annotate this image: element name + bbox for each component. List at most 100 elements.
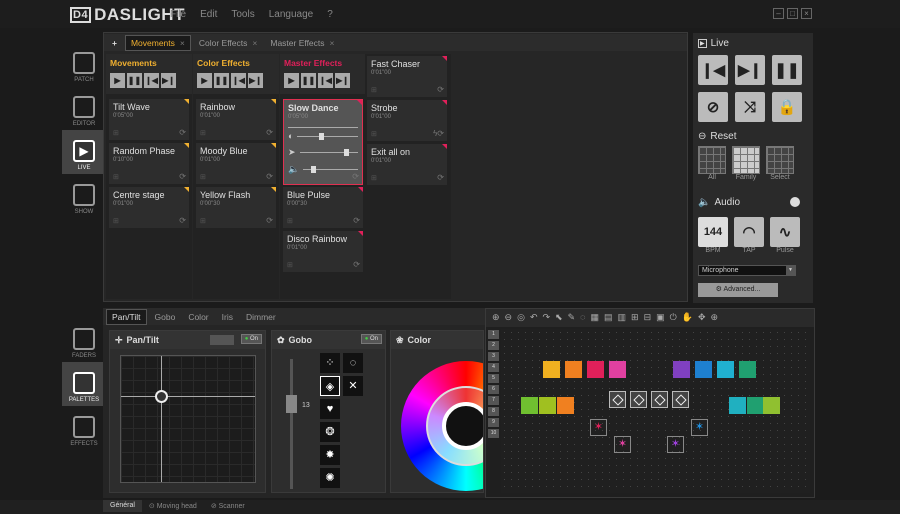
fixture-scanner[interactable]: ✶ [614, 436, 631, 453]
gobo-spiral-icon[interactable]: ❂ [320, 422, 340, 442]
zoom-fit-icon[interactable]: ◎ [517, 312, 525, 324]
tab-dimmer[interactable]: Dimmer [241, 310, 281, 324]
hand-icon[interactable]: ✋ [682, 312, 693, 324]
tab-color[interactable]: Color [183, 310, 213, 324]
previous-button[interactable]: ❙◀ [698, 55, 728, 85]
fan-mode-button[interactable] [210, 335, 234, 345]
scene-button[interactable]: Disco Rainbow 0'01"00 ⊞ ⟳ [283, 231, 363, 272]
scene-button[interactable]: Random Phase 0'10"00 ⊞ ⟳ [109, 143, 189, 184]
pan-icon[interactable]: ✥ [698, 312, 706, 324]
gobo-ring-icon[interactable]: ◌ [343, 353, 363, 373]
nav-patch[interactable]: PATCH [62, 42, 106, 86]
nav-live[interactable]: ▶ LIVE [62, 130, 106, 174]
nav-effects[interactable]: EFFECTS [62, 406, 106, 450]
gobo-dots-icon[interactable]: ⁘ [320, 353, 340, 373]
gobo-target-icon[interactable]: ◈ [320, 376, 340, 396]
nav-faders[interactable]: FADERS [62, 318, 106, 362]
fixture-moving-head[interactable] [651, 391, 668, 408]
tab-color-effects[interactable]: Color Effects × [194, 36, 262, 50]
add-tab-button[interactable]: + [107, 36, 122, 50]
scene-button[interactable]: Strobe 0'01"00 ⊞ ϟ⟳ [367, 100, 447, 141]
pan-tilt-cursor[interactable] [155, 390, 168, 403]
pause-button[interactable]: ❚❚ [301, 73, 316, 88]
power-icon[interactable]: ⏻ [670, 312, 677, 324]
pointer-icon[interactable]: ⬉ [555, 312, 563, 324]
previous-button[interactable]: ❙◀ [231, 73, 246, 88]
menu-help[interactable]: ? [327, 9, 333, 20]
play-button[interactable]: ▶ [284, 73, 299, 88]
audio-toggle[interactable] [790, 197, 800, 207]
fixture-scanner[interactable]: ✶ [691, 419, 708, 436]
pen-icon[interactable]: ✎ [568, 312, 576, 324]
gobo-star-icon[interactable]: ✸ [320, 445, 340, 465]
tab-moving-head[interactable]: ⊙ Moving head [142, 500, 204, 512]
pause-button[interactable]: ❚❚ [214, 73, 229, 88]
speed-slider[interactable]: ➤ [288, 147, 358, 158]
scene-button-selected[interactable]: Slow Dance 0'05"00 ◐ ➤ 🔈 ⟳ [283, 99, 363, 185]
reset-family-button[interactable]: Family [732, 146, 760, 181]
nav-editor[interactable]: EDITOR [62, 86, 106, 130]
tab-iris[interactable]: Iris [217, 310, 238, 324]
lock-button[interactable]: 🔒 [772, 92, 802, 122]
fixture-par[interactable] [557, 397, 574, 414]
next-button[interactable]: ▶❙ [161, 73, 176, 88]
group-icon[interactable]: ⊞ [631, 312, 639, 324]
size-slider[interactable]: ◐ [288, 131, 358, 141]
next-button[interactable]: ▶❙ [248, 73, 263, 88]
ungroup-icon[interactable]: ⊟ [644, 312, 652, 324]
fixture-par[interactable] [609, 361, 626, 378]
audio-input-select[interactable]: Microphone ▼ [698, 265, 796, 276]
undo-icon[interactable]: ↶ [530, 312, 538, 324]
crosshair-icon[interactable]: ⊕ [711, 312, 719, 324]
scene-button[interactable]: Yellow Flash 0'00"30 ⊞ ⟳ [196, 187, 276, 228]
shuffle-button[interactable]: ⤨ [735, 92, 765, 122]
layout-icon[interactable]: ▣ [656, 312, 665, 324]
previous-button[interactable]: ❙◀ [144, 73, 159, 88]
fixture-par[interactable] [587, 361, 604, 378]
scene-button[interactable]: Tilt Wave 0'05"00 ⊞ ⟳ [109, 99, 189, 140]
fixture-par[interactable] [695, 361, 712, 378]
lasso-icon[interactable]: ◌ [580, 312, 585, 324]
gobo-flower-icon[interactable]: ✺ [320, 468, 340, 488]
pause-button[interactable]: ❚❚ [772, 55, 802, 85]
fixture-par[interactable] [521, 397, 538, 414]
fixture-par[interactable] [763, 397, 780, 414]
scene-button[interactable]: Centre stage 0'01"00 ⊞ ⟳ [109, 187, 189, 228]
next-button[interactable]: ▶❙ [335, 73, 350, 88]
tab-pan-tilt[interactable]: Pan/Tilt [106, 308, 147, 325]
fixture-moving-head[interactable] [672, 391, 689, 408]
blackout-button[interactable]: ⊘ [698, 92, 728, 122]
gobo-on-button[interactable]: ● On [360, 334, 382, 344]
volume-slider[interactable]: 🔈 [288, 164, 358, 175]
color-wheel[interactable] [401, 361, 483, 491]
gobo-heart-icon[interactable]: ♥ [320, 399, 340, 419]
fixture-par[interactable] [729, 397, 746, 414]
scene-button[interactable]: Rainbow 0'01"00 ⊞ ⟳ [196, 99, 276, 140]
gobo-slider-handle[interactable] [286, 395, 297, 413]
nav-palettes[interactable]: PALETTES [62, 362, 106, 406]
minimize-icon[interactable]: – [773, 8, 784, 19]
tab-scanner[interactable]: ⊘ Scanner [204, 500, 252, 512]
zoom-in-icon[interactable]: ⊕ [492, 312, 500, 324]
fixture-par[interactable] [565, 361, 582, 378]
menu-tools[interactable]: Tools [231, 9, 254, 20]
zoom-out-icon[interactable]: ⊖ [505, 312, 513, 324]
fixture-scanner[interactable]: ✶ [667, 436, 684, 453]
fixture-par[interactable] [739, 361, 756, 378]
gobo-slider-track[interactable] [290, 359, 293, 489]
maximize-icon[interactable]: □ [787, 8, 798, 19]
grid-icon[interactable]: ▦ [591, 312, 600, 324]
menu-file[interactable]: File [170, 9, 186, 20]
fixture-par[interactable] [747, 397, 764, 414]
tab-master-effects[interactable]: Master Effects × [265, 36, 339, 50]
scene-button[interactable]: Blue Pulse 0'00"30 ⊞ ⟳ [283, 187, 363, 228]
fixture-par[interactable] [717, 361, 734, 378]
fixture-moving-head[interactable] [609, 391, 626, 408]
fixture-par[interactable] [539, 397, 556, 414]
pause-button[interactable]: ❚❚ [127, 73, 142, 88]
distribute-icon[interactable]: ▥ [618, 312, 627, 324]
scene-button[interactable]: Fast Chaser 0'01"00 ⊞ ⟳ [367, 56, 447, 97]
fixture-scanner[interactable]: ✶ [590, 419, 607, 436]
reset-all-button[interactable]: All [698, 146, 726, 181]
fixture-par[interactable] [673, 361, 690, 378]
